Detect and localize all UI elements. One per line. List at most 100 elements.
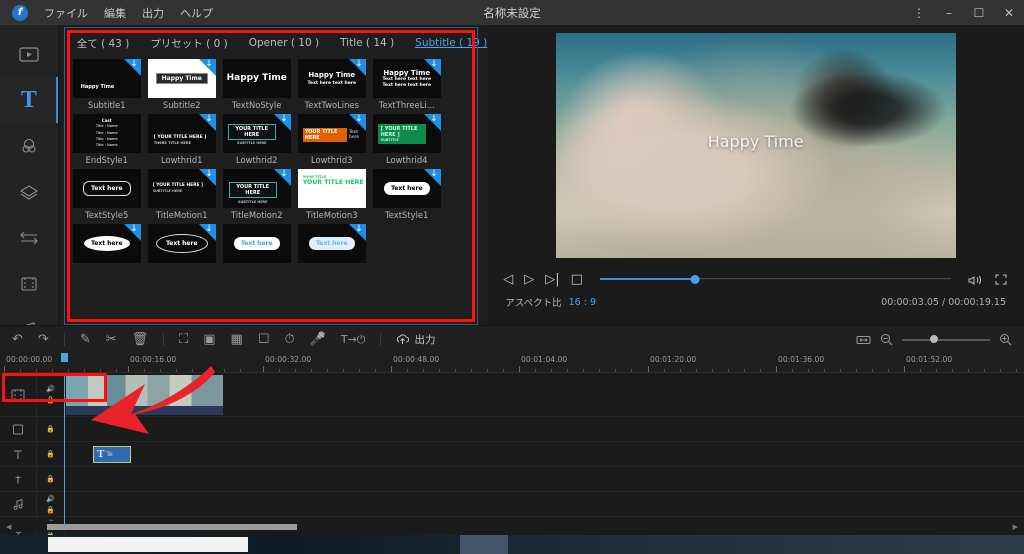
- speed-button[interactable]: ⏱: [285, 333, 295, 346]
- maximize-button[interactable]: ☐: [964, 0, 994, 25]
- music-track-header[interactable]: [0, 492, 37, 516]
- pip-track-header[interactable]: [0, 417, 37, 441]
- timeline-track-text[interactable]: 🔒 T Te: [0, 442, 1024, 467]
- effects-track-controls[interactable]: 🔒: [37, 467, 65, 491]
- fullscreen-icon[interactable]: [994, 273, 1008, 286]
- download-icon[interactable]: [123, 224, 141, 241]
- template-thumbnail[interactable]: [ YOUR TITLE HERE ] THERE TITLE HERE: [147, 114, 216, 153]
- download-icon[interactable]: [423, 59, 441, 76]
- tab-opener[interactable]: Opener ( 10 ): [249, 37, 319, 49]
- template-item[interactable]: Cast Title : Name Title : Name Title : N…: [72, 114, 141, 165]
- video-preview[interactable]: Happy Time: [555, 33, 956, 258]
- video-clip[interactable]: [66, 375, 223, 415]
- taskbar-window-1[interactable]: [48, 537, 248, 552]
- timeline-track-music[interactable]: 🔊 🔒: [0, 492, 1024, 517]
- zoom-slider-handle[interactable]: [930, 335, 939, 343]
- effects-track-lane[interactable]: [65, 467, 1024, 491]
- zoom-in-icon[interactable]: [999, 333, 1012, 346]
- template-item[interactable]: YOUR TITLE HERE Text here Lowthrid3: [297, 114, 366, 165]
- download-icon[interactable]: [123, 59, 141, 76]
- template-item[interactable]: [ YOUR TITLE HERE ] THERE TITLE HERE Low…: [147, 114, 216, 165]
- crop-button[interactable]: ⛶: [179, 333, 188, 346]
- pip-track-lane[interactable]: [65, 417, 1024, 441]
- pip-track-controls[interactable]: 🔒: [37, 417, 65, 441]
- timeline-track-video[interactable]: 🔊 🔒: [0, 373, 1024, 417]
- template-thumbnail[interactable]: YOUR TITLE HERE Text here: [297, 114, 366, 153]
- template-thumbnail[interactable]: YOUR TITLE HERE SUBTITLE HERE: [222, 169, 291, 208]
- sidebar-item-audio[interactable]: [0, 123, 58, 169]
- template-item[interactable]: YOUR TITLE HERE SUBTITLE HERE TitleMotio…: [222, 169, 291, 220]
- template-thumbnail[interactable]: YOUR TITLE YOUR TITLE HERE: [297, 169, 366, 208]
- lock-icon[interactable]: 🔒: [46, 425, 55, 433]
- color-button[interactable]: ▦: [231, 333, 243, 346]
- download-icon[interactable]: [423, 169, 441, 186]
- sidebar-item-elements[interactable]: [0, 261, 58, 307]
- lock-icon[interactable]: 🔒: [46, 475, 55, 483]
- speaker-icon[interactable]: 🔊: [46, 385, 55, 393]
- template-item[interactable]: Happy Time Subtitle2: [147, 59, 216, 110]
- seek-bar[interactable]: [599, 274, 951, 284]
- speaker-icon[interactable]: 🔊: [46, 495, 55, 503]
- music-track-lane[interactable]: [65, 492, 1024, 516]
- download-icon[interactable]: [348, 114, 366, 131]
- template-thumbnail[interactable]: Text here: [297, 224, 366, 263]
- download-icon[interactable]: [273, 114, 291, 131]
- template-thumbnail[interactable]: Happy Time Text here text here Text here…: [372, 59, 441, 98]
- aspect-value[interactable]: 16 : 9: [569, 297, 596, 308]
- scroll-left-arrow[interactable]: ◀: [6, 523, 11, 531]
- template-thumbnail[interactable]: Text here: [147, 224, 216, 263]
- effects-track-header[interactable]: [0, 467, 37, 491]
- tab-title[interactable]: Title ( 14 ): [340, 37, 394, 49]
- template-thumbnail[interactable]: Text here: [222, 224, 291, 263]
- template-thumbnail[interactable]: Happy Time: [222, 59, 291, 98]
- template-item[interactable]: Text here: [222, 224, 291, 263]
- play-button[interactable]: ▷: [524, 273, 534, 286]
- template-thumbnail[interactable]: [ YOUR TITLE HERE ] SUBTITLE: [372, 114, 441, 153]
- template-item[interactable]: YOUR TITLE YOUR TITLE HERE TitleMotion3: [297, 169, 366, 220]
- template-thumbnail[interactable]: Happy Time: [72, 59, 141, 98]
- minimize-button[interactable]: –: [934, 0, 964, 25]
- template-item[interactable]: [ YOUR TITLE HERE ] SUBTITLE Lowthrid4: [372, 114, 441, 165]
- template-thumbnail[interactable]: Text here: [372, 169, 441, 208]
- video-track-controls[interactable]: 🔊 🔒: [37, 373, 65, 416]
- template-thumbnail[interactable]: Text here: [72, 224, 141, 263]
- download-icon[interactable]: [198, 169, 216, 186]
- scrollbar-thumb[interactable]: [47, 523, 298, 530]
- template-thumbnail[interactable]: Text here: [72, 169, 141, 208]
- split-button[interactable]: ✂: [106, 333, 117, 346]
- sidebar-item-effects[interactable]: [0, 215, 58, 261]
- lock-icon[interactable]: 🔒: [46, 450, 55, 458]
- template-item[interactable]: Text here TextStyle5: [72, 169, 141, 220]
- tab-preset[interactable]: プリセット ( 0 ): [150, 36, 227, 51]
- template-item[interactable]: [ YOUR TITLE HERE ] SUBTITLE HERE TitleM…: [147, 169, 216, 220]
- download-icon[interactable]: [198, 59, 216, 76]
- sidebar-item-text[interactable]: T: [0, 77, 58, 123]
- download-icon[interactable]: [198, 114, 216, 131]
- template-item[interactable]: Happy Time Text here text here TextTwoLi…: [297, 59, 366, 110]
- kebab-menu-icon[interactable]: ⋮: [904, 0, 934, 25]
- prev-frame-button[interactable]: ◁: [503, 273, 513, 286]
- timeline-ruler[interactable]: 00:00:00.00 00:00:16.00 00:00:32.00 00:0…: [0, 353, 1024, 373]
- template-item[interactable]: Text here: [147, 224, 216, 263]
- lock-icon[interactable]: 🔒: [46, 506, 55, 514]
- timeline-track-effects[interactable]: 🔒: [0, 467, 1024, 492]
- tab-subtitle[interactable]: Subtitle ( 19 ): [415, 37, 487, 49]
- sidebar-item-transition[interactable]: [0, 169, 58, 215]
- next-frame-button[interactable]: ▷|: [545, 273, 559, 286]
- text-clip[interactable]: T Te: [93, 446, 131, 463]
- playhead[interactable]: [61, 353, 68, 526]
- template-thumbnail[interactable]: Cast Title : Name Title : Name Title : N…: [72, 114, 141, 153]
- timeline-track-pip[interactable]: 🔒: [0, 417, 1024, 442]
- template-item[interactable]: Happy Time TextNoStyle: [222, 59, 291, 110]
- text-to-speech-button[interactable]: T→⏻: [341, 334, 366, 345]
- zoom-slider[interactable]: [902, 335, 990, 343]
- zoom-out-icon[interactable]: [880, 333, 893, 346]
- edit-button[interactable]: ✎: [80, 333, 91, 346]
- stop-button[interactable]: □: [571, 273, 583, 286]
- mosaic-button[interactable]: ▣: [203, 333, 215, 346]
- video-track-header[interactable]: [0, 373, 37, 416]
- timeline-horizontal-scrollbar[interactable]: ◀ ▶: [0, 521, 1024, 532]
- scroll-right-arrow[interactable]: ▶: [1013, 523, 1018, 531]
- taskbar-window-2[interactable]: [460, 535, 508, 554]
- sidebar-item-media[interactable]: [0, 31, 58, 77]
